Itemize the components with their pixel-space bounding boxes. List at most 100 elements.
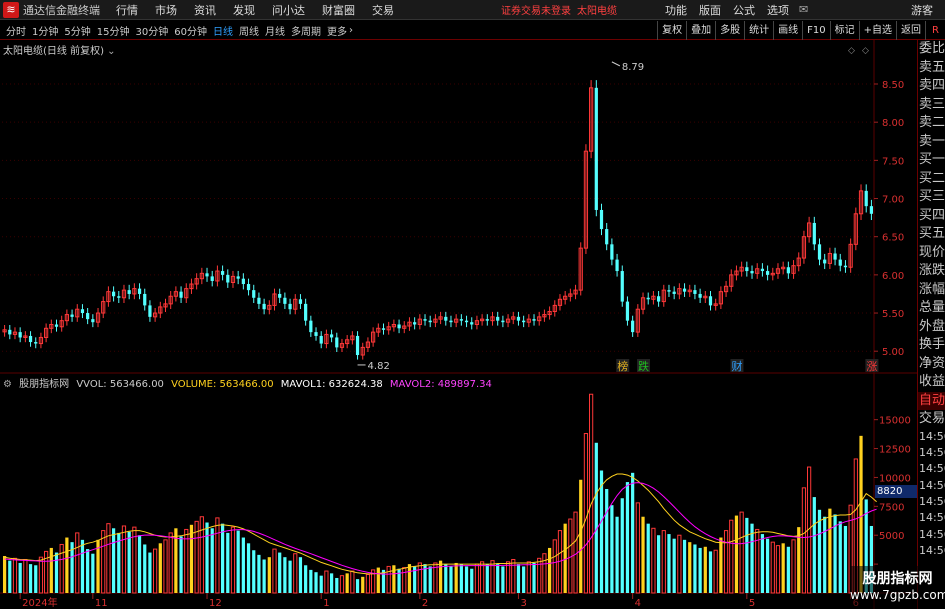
volume-bar-158: [823, 516, 827, 593]
add-watchlist-button[interactable]: +自选: [858, 21, 896, 40]
menu-function[interactable]: 功能: [665, 2, 687, 18]
candle-10: [54, 319, 59, 332]
annotation-arrow-0: [611, 61, 621, 67]
period-5min[interactable]: 5分钟: [64, 23, 90, 38]
volume-bar-132: [688, 542, 692, 593]
candle-124: [646, 292, 650, 305]
volume-bar-138: [719, 537, 723, 593]
mark-button[interactable]: 标记: [829, 21, 859, 40]
candle-24: [127, 284, 131, 300]
menu-discover[interactable]: 发现: [233, 2, 255, 18]
trade-tab[interactable]: 交易: [918, 410, 945, 429]
candle-body-24: [127, 290, 131, 294]
period-monthly[interactable]: 月线: [265, 23, 285, 38]
volume-bar-64: [335, 577, 339, 593]
indicator-name[interactable]: 股朋指标网: [19, 379, 69, 390]
period-multi[interactable]: 多周期: [291, 23, 321, 38]
candle-body-6: [34, 342, 38, 344]
back-button[interactable]: 返回: [896, 21, 925, 40]
candle-158: [823, 253, 827, 270]
menu-news[interactable]: 资讯: [194, 2, 216, 18]
candle-149: [775, 263, 781, 279]
volume-bar-136: [708, 551, 713, 593]
kline-chart[interactable]: 5.00 5.50 6.00 6.50 7.00 7.50 8.00 8.50 5000 7500…: [0, 40, 917, 609]
menu-formula[interactable]: 公式: [733, 2, 755, 18]
date-label-2: 12: [209, 598, 222, 609]
candle-body-55: [288, 303, 292, 310]
period-weekly[interactable]: 周线: [239, 23, 259, 38]
candle-58: [304, 298, 308, 326]
candle-70: [365, 337, 371, 353]
menu-market[interactable]: 市场: [155, 2, 177, 18]
menu-quotes[interactable]: 行情: [116, 2, 138, 18]
period-1min[interactable]: 1分钟: [32, 23, 58, 38]
candle-22: [117, 290, 121, 303]
candle-body-42: [220, 271, 225, 275]
guest-account[interactable]: 游客: [911, 2, 933, 18]
candle-body-129: [672, 291, 676, 294]
period-daily[interactable]: 日线: [213, 23, 233, 38]
volume-bars: [2, 393, 874, 594]
volume-bar-54: [283, 557, 287, 593]
chevron-right-icon[interactable]: ›: [349, 25, 353, 36]
envelope-icon[interactable]: ✉: [799, 3, 808, 16]
auto-tab[interactable]: 自动: [918, 391, 945, 410]
chevron-down-icon[interactable]: ⌄: [107, 46, 115, 57]
candle-body-151: [786, 267, 790, 274]
menu-options[interactable]: 选项: [767, 2, 789, 18]
volume-bar-0: [2, 556, 7, 593]
login-warning[interactable]: 证券交易未登录: [501, 2, 571, 17]
multi-stock-button[interactable]: 多股: [715, 21, 744, 40]
event-marker-1: 跌: [638, 359, 649, 373]
candle-body-162: [843, 265, 848, 268]
volume-bar-46: [241, 537, 245, 593]
candle-163: [848, 238, 853, 273]
period-more[interactable]: 更多: [327, 23, 347, 38]
menu-layout[interactable]: 版面: [699, 2, 721, 18]
volume-bar-161: [838, 521, 842, 593]
quote-field-16: 换手: [919, 337, 945, 352]
candle-30: [158, 301, 163, 319]
period-15min[interactable]: 15分钟: [97, 23, 130, 38]
candle-body-116: [605, 229, 609, 245]
volume-bar-159: [828, 508, 832, 593]
candle-body-136: [708, 296, 713, 306]
candle-151: [786, 261, 790, 279]
volume-bar-95: [496, 564, 500, 593]
period-intraday[interactable]: 分时: [6, 23, 26, 38]
period-60min[interactable]: 60分钟: [174, 23, 207, 38]
candle-154: [801, 230, 807, 264]
volume-bar-139: [723, 530, 729, 594]
candle-62: [324, 329, 329, 349]
menu-wealth-circle[interactable]: 财富圈: [322, 2, 355, 18]
quote-field-1: 卖五: [919, 59, 945, 75]
candle-28: [148, 300, 152, 322]
volume-bar-143: [745, 517, 749, 593]
menu-trade[interactable]: 交易: [372, 2, 394, 18]
candle-135: [703, 290, 708, 303]
candle-body-57: [298, 299, 303, 304]
adjust-button[interactable]: 复权: [657, 21, 686, 40]
draw-line-button[interactable]: 画线: [773, 21, 802, 40]
menu-ask[interactable]: 问小达: [272, 2, 305, 18]
volume-bar-74: [386, 565, 391, 594]
overlay-button[interactable]: 叠加: [686, 21, 715, 40]
period-30min[interactable]: 30分钟: [135, 23, 168, 38]
candle-49: [257, 292, 261, 310]
axis-labels: 5.00 5.50 6.00 6.50 7.00 7.50 8.00 8.50 5000 7500…: [22, 46, 911, 609]
r-icon[interactable]: R: [925, 21, 945, 40]
date-label-6: 4: [635, 598, 641, 609]
volume-bar-87: [454, 562, 458, 593]
candle-body-26: [137, 288, 142, 294]
candle-body-21: [111, 291, 116, 297]
candle-34: [179, 286, 183, 303]
gear-icon[interactable]: ⚙: [3, 379, 12, 390]
quote-field-17: 净资: [919, 355, 945, 371]
volume-bar-16: [86, 549, 90, 593]
statistics-button[interactable]: 统计: [744, 21, 773, 40]
candle-5: [28, 331, 33, 347]
f10-button[interactable]: F10: [802, 21, 829, 40]
quote-field-10: 买五: [919, 226, 945, 241]
candle-body-17: [91, 319, 95, 323]
volume-bar-108: [563, 523, 567, 593]
